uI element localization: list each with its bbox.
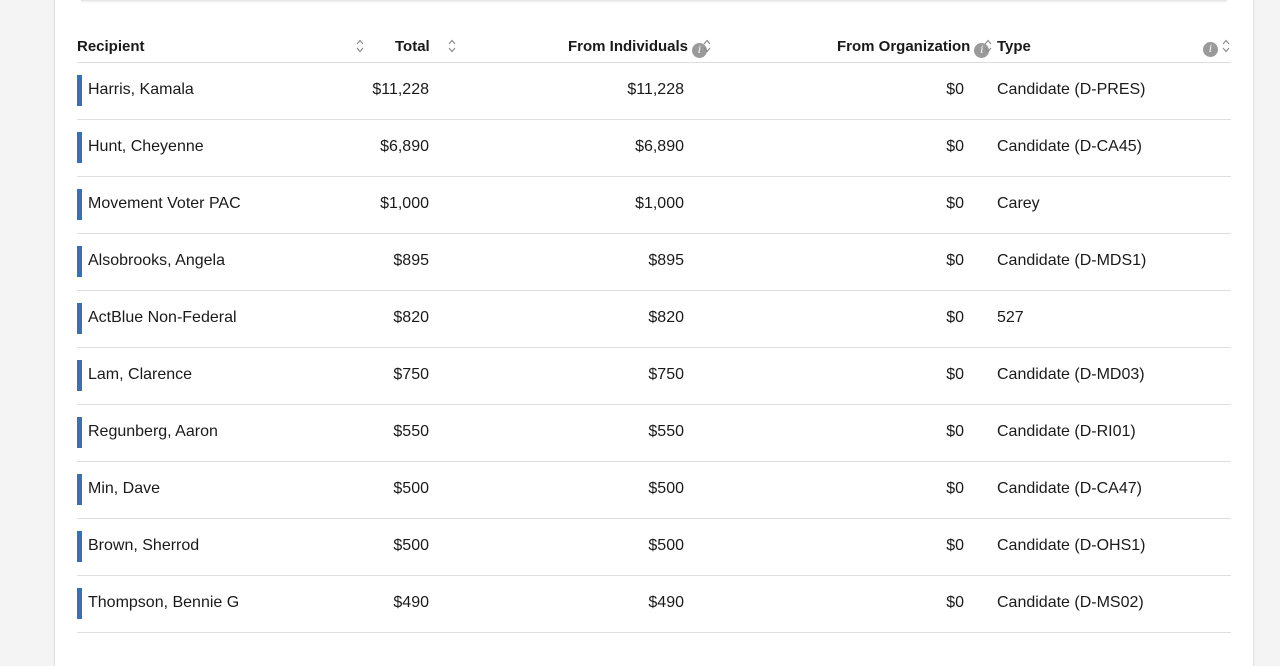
table-row[interactable]: Lam, Clarence $750 $750 $0 Candidate (D-MD03… — [77, 348, 1231, 405]
type-cell: Candidate (D-CA45) — [997, 138, 1142, 155]
total-cell: $500 — [393, 480, 429, 497]
total-cell: $550 — [393, 423, 429, 440]
header-from-individuals[interactable]: From Individuals i — [568, 38, 708, 58]
sort-icon[interactable] — [356, 39, 364, 53]
from-organization-cell: $0 — [946, 423, 964, 440]
sort-icon[interactable] — [984, 39, 992, 53]
row-accent-bar — [77, 303, 82, 334]
header-from-organization[interactable]: From Organization i — [837, 38, 990, 58]
recipient-cell[interactable]: ActBlue Non-Federal — [88, 309, 237, 327]
recipient-cell[interactable]: Harris, Kamala — [88, 81, 194, 99]
from-organization-cell: $0 — [946, 252, 964, 269]
recipient-cell[interactable]: Movement Voter PAC — [88, 195, 241, 213]
type-cell: Carey — [997, 195, 1040, 212]
row-accent-bar — [77, 360, 82, 391]
total-cell: $895 — [393, 252, 429, 269]
row-accent-bar — [77, 474, 82, 505]
type-cell: Candidate (D-MD03) — [997, 366, 1145, 383]
table-row[interactable]: Thompson, Bennie G $490 $490 $0 Candidate (D… — [77, 576, 1231, 633]
row-accent-bar — [77, 189, 82, 220]
table-row[interactable]: Min, Dave $500 $500 $0 Candidate (D-CA47) — [77, 462, 1231, 519]
top-divider — [81, 0, 1227, 1]
table-header: Recipient Total From Individuals i From O… — [77, 36, 1231, 63]
total-cell: $11,228 — [372, 81, 429, 98]
row-accent-bar — [77, 246, 82, 277]
type-cell: Candidate (D-PRES) — [997, 81, 1146, 98]
row-accent-bar — [77, 531, 82, 562]
table-row[interactable]: Brown, Sherrod $500 $500 $0 Candidate (D-OHS… — [77, 519, 1231, 576]
from-organization-cell: $0 — [946, 138, 964, 155]
recipient-cell[interactable]: Regunberg, Aaron — [88, 423, 218, 441]
row-accent-bar — [77, 588, 82, 619]
from-individuals-cell: $490 — [648, 594, 684, 611]
total-cell: $820 — [393, 309, 429, 326]
header-from-individuals-label: From Individuals — [568, 38, 689, 55]
sort-icon[interactable] — [448, 39, 456, 53]
table-row[interactable]: Regunberg, Aaron $550 $550 $0 Candidate (D-R… — [77, 405, 1231, 462]
type-cell: Candidate (D-CA47) — [997, 480, 1142, 497]
from-individuals-cell: $6,890 — [635, 138, 684, 155]
table-row[interactable]: Movement Voter PAC $1,000 $1,000 $0 Carey — [77, 177, 1231, 234]
from-individuals-cell: $550 — [648, 423, 684, 440]
table-row[interactable]: Harris, Kamala $11,228 $11,228 $0 Candidate … — [77, 63, 1231, 120]
recipients-table: Recipient Total From Individuals i From O… — [77, 36, 1231, 633]
from-organization-cell: $0 — [946, 366, 964, 383]
recipient-cell[interactable]: Brown, Sherrod — [88, 537, 199, 555]
from-organization-cell: $0 — [946, 537, 964, 554]
total-cell: $750 — [393, 366, 429, 383]
type-cell: Candidate (D-RI01) — [997, 423, 1136, 440]
total-cell: $1,000 — [380, 195, 429, 212]
type-cell: Candidate (D-OHS1) — [997, 537, 1146, 554]
row-accent-bar — [77, 417, 82, 448]
type-cell: Candidate (D-MDS1) — [997, 252, 1147, 269]
from-organization-cell: $0 — [946, 195, 964, 212]
table-row[interactable]: Alsobrooks, Angela $895 $895 $0 Candidate (D… — [77, 234, 1231, 291]
from-individuals-cell: $895 — [648, 252, 684, 269]
total-cell: $490 — [393, 594, 429, 611]
type-cell: Candidate (D-MS02) — [997, 594, 1144, 611]
table-row[interactable]: Hunt, Cheyenne $6,890 $6,890 $0 Candidate (D… — [77, 120, 1231, 177]
row-accent-bar — [77, 132, 82, 163]
sort-icon[interactable] — [1222, 39, 1230, 53]
total-cell: $6,890 — [380, 138, 429, 155]
recipient-cell[interactable]: Hunt, Cheyenne — [88, 138, 204, 156]
sort-icon[interactable] — [703, 39, 711, 53]
recipient-cell[interactable]: Min, Dave — [88, 480, 160, 498]
row-accent-bar — [77, 75, 82, 106]
recipient-cell[interactable]: Lam, Clarence — [88, 366, 192, 384]
header-type[interactable]: Type — [997, 38, 1031, 55]
recipient-cell[interactable]: Alsobrooks, Angela — [88, 252, 225, 270]
contributions-card: Recipient Total From Individuals i From O… — [54, 0, 1254, 666]
info-icon[interactable]: i — [1203, 37, 1218, 57]
header-from-organization-label: From Organization — [837, 38, 971, 55]
from-organization-cell: $0 — [946, 309, 964, 326]
from-organization-cell: $0 — [946, 81, 964, 98]
header-total[interactable]: Total — [395, 38, 430, 55]
header-recipient[interactable]: Recipient — [77, 38, 145, 55]
from-organization-cell: $0 — [946, 480, 964, 497]
from-individuals-cell: $500 — [648, 537, 684, 554]
from-individuals-cell: $11,228 — [627, 81, 684, 98]
from-organization-cell: $0 — [946, 594, 964, 611]
table-row[interactable]: ActBlue Non-Federal $820 $820 $0 527 — [77, 291, 1231, 348]
table-body: Harris, Kamala $11,228 $11,228 $0 Candidate … — [77, 63, 1231, 633]
recipient-cell[interactable]: Thompson, Bennie G — [88, 594, 239, 612]
from-individuals-cell: $750 — [648, 366, 684, 383]
from-individuals-cell: $820 — [648, 309, 684, 326]
from-individuals-cell: $1,000 — [635, 195, 684, 212]
total-cell: $500 — [393, 537, 429, 554]
type-cell: 527 — [997, 309, 1024, 326]
from-individuals-cell: $500 — [648, 480, 684, 497]
